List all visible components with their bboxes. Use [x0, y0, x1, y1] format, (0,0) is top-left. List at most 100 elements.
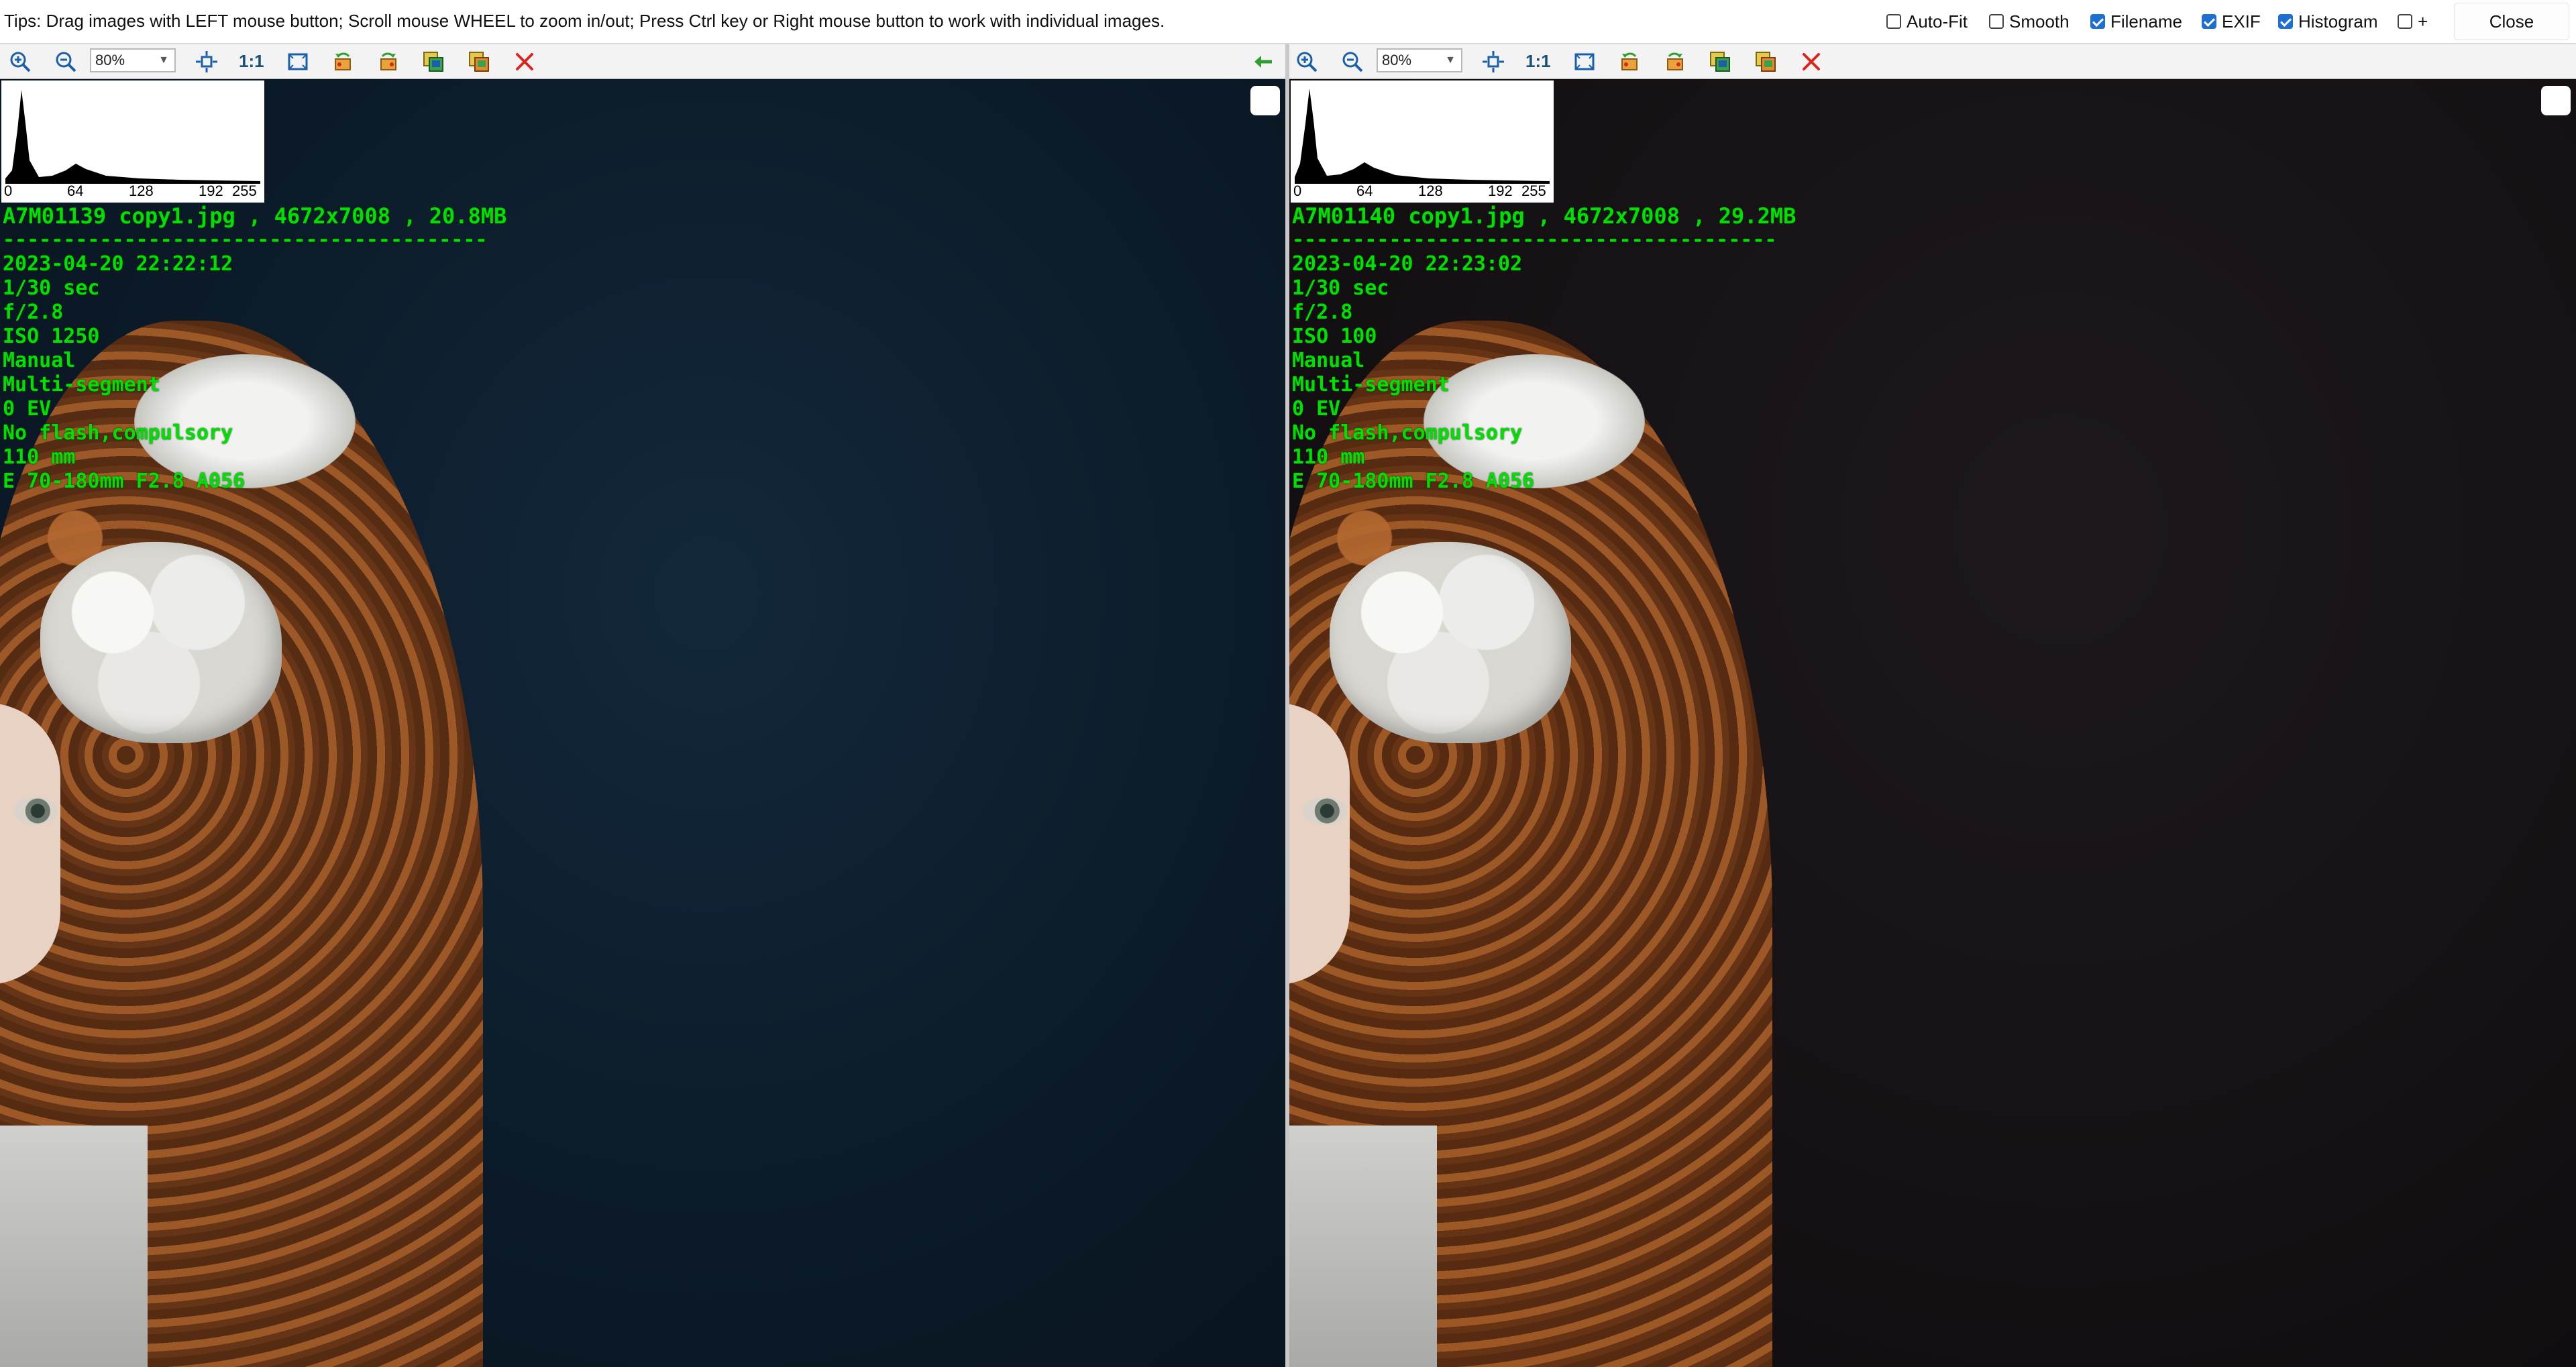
actual-size-button[interactable]: 1:1: [239, 51, 264, 72]
separator-line: ----------------------------------------: [1292, 228, 1777, 252]
histogram-tick: 0: [1293, 182, 1302, 199]
zoom-select[interactable]: 80% ▼: [1377, 48, 1462, 72]
sync-arrow-icon[interactable]: [1252, 50, 1276, 74]
aperture: f/2.8: [3, 300, 64, 324]
chevron-down-icon: ▼: [158, 54, 169, 66]
filename-checkbox[interactable]: Filename: [2090, 11, 2182, 32]
datetime: 2023-04-20 22:22:12: [3, 252, 233, 276]
histogram: 0 64 128 192 255: [1, 80, 264, 203]
left-image-pane[interactable]: 0 64 128 192 255 A7M01139 copy1.jpg , 46…: [0, 79, 1285, 1367]
auto-fit-label: Auto-Fit: [1907, 11, 1968, 32]
histogram-label: Histogram: [2298, 11, 2378, 32]
copy-icon[interactable]: [1708, 50, 1732, 74]
zoom-value: 80%: [95, 52, 125, 68]
zoom-value: 80%: [1382, 52, 1412, 68]
doll-flower-photo: [1330, 542, 1571, 743]
exposure-mode: Manual: [1292, 349, 1365, 372]
exposure-bias: 0 EV: [3, 397, 52, 421]
exif-overlay: A7M01140 copy1.jpg , 4672x7008 , 29.2MB …: [1292, 204, 1796, 494]
histogram-tick: 64: [67, 182, 84, 199]
metering-mode: Multi-segment: [1292, 373, 1450, 396]
right-image-pane[interactable]: 0 64 128 192 255 A7M01140 copy1.jpg , 46…: [1289, 79, 2576, 1367]
histogram-tick: 192: [199, 182, 223, 199]
histogram: 0 64 128 192 255: [1291, 80, 1554, 203]
pane-corner-toggle[interactable]: [2541, 86, 2571, 115]
flash-status: No flash,compulsory: [1292, 421, 1523, 445]
smooth-check-box[interactable]: [1989, 14, 2004, 29]
doll-eye-photo: [1303, 797, 1347, 825]
focal-length: 110 mm: [3, 445, 76, 469]
exif-overlay: A7M01139 copy1.jpg , 4672x7008 , 20.8MB …: [3, 204, 506, 494]
lens-model: E 70-180mm F2.8 A056: [1292, 470, 1535, 493]
exif-checkbox[interactable]: EXIF: [2202, 11, 2261, 32]
histogram-graph: [1295, 89, 1550, 184]
fit-window-icon[interactable]: [195, 50, 219, 74]
copy-icon[interactable]: [421, 50, 445, 74]
rotate-left-icon[interactable]: [1618, 50, 1642, 74]
histogram-tick: 255: [232, 182, 257, 199]
separator-line: ----------------------------------------: [3, 228, 488, 252]
filename-line: A7M01139 copy1.jpg , 4672x7008 , 20.8MB: [3, 203, 507, 229]
chevron-down-icon: ▼: [1445, 54, 1456, 66]
save-icon[interactable]: [467, 50, 491, 74]
histogram-tick: 192: [1488, 182, 1513, 199]
zoom-in-icon[interactable]: [8, 50, 32, 74]
filename-label: Filename: [2110, 11, 2182, 32]
close-x-icon[interactable]: [1799, 50, 1823, 74]
filename-line: A7M01140 copy1.jpg , 4672x7008 , 29.2MB: [1292, 203, 1796, 229]
doll-dress-photo: [1289, 1126, 1437, 1367]
doll-dress-photo: [0, 1126, 148, 1367]
close-x-icon[interactable]: [513, 50, 537, 74]
smooth-label: Smooth: [2009, 11, 2070, 32]
smooth-checkbox[interactable]: Smooth: [1989, 11, 2070, 32]
histogram-tick: 0: [4, 182, 13, 199]
focal-length: 110 mm: [1292, 445, 1365, 469]
left-toolbar: 80% ▼ 1:1: [0, 44, 1285, 79]
exposure-bias: 0 EV: [1292, 397, 1341, 421]
plus-label: +: [2418, 11, 2428, 32]
rotate-left-icon[interactable]: [331, 50, 356, 74]
datetime: 2023-04-20 22:23:02: [1292, 252, 1523, 276]
shutter-speed: 1/30 sec: [1292, 276, 1389, 300]
shutter-speed: 1/30 sec: [3, 276, 100, 300]
metering-mode: Multi-segment: [3, 373, 160, 396]
histogram-tick: 128: [1418, 182, 1443, 199]
histogram-graph: [5, 90, 260, 184]
doll-face-photo: [0, 703, 60, 985]
filename-check-box[interactable]: [2090, 14, 2105, 29]
full-size-icon[interactable]: [1572, 50, 1597, 74]
flash-status: No flash,compulsory: [3, 421, 233, 445]
save-icon[interactable]: [1754, 50, 1778, 74]
doll-eye-photo: [13, 797, 58, 825]
auto-fit-check-box[interactable]: [1886, 14, 1901, 29]
pane-corner-toggle[interactable]: [1250, 86, 1280, 115]
zoom-out-icon[interactable]: [1340, 50, 1364, 74]
actual-size-button[interactable]: 1:1: [1525, 51, 1551, 72]
doll-face-photo: [1289, 703, 1350, 985]
zoom-in-icon[interactable]: [1295, 50, 1319, 74]
exif-check-box[interactable]: [2202, 14, 2216, 29]
lens-model: E 70-180mm F2.8 A056: [3, 470, 246, 493]
zoom-out-icon[interactable]: [54, 50, 78, 74]
zoom-select[interactable]: 80% ▼: [90, 48, 176, 72]
doll-flower-photo: [40, 542, 282, 743]
histogram-checkbox[interactable]: Histogram: [2278, 11, 2377, 32]
rotate-right-icon[interactable]: [1662, 50, 1686, 74]
auto-fit-checkbox[interactable]: Auto-Fit: [1886, 11, 1968, 32]
rotate-right-icon[interactable]: [376, 50, 400, 74]
histogram-tick: 128: [129, 182, 154, 199]
iso: ISO 100: [1292, 325, 1377, 348]
histogram-tick: 64: [1356, 182, 1373, 199]
plus-check-box[interactable]: [2398, 14, 2412, 29]
exposure-mode: Manual: [3, 349, 76, 372]
full-size-icon[interactable]: [286, 50, 310, 74]
tips-text: Tips: Drag images with LEFT mouse button…: [4, 11, 1165, 31]
fit-window-icon[interactable]: [1481, 50, 1505, 74]
plus-checkbox[interactable]: +: [2398, 11, 2428, 32]
close-button[interactable]: Close: [2454, 3, 2569, 40]
histogram-tick: 255: [1521, 182, 1546, 199]
tips-bar: Tips: Drag images with LEFT mouse button…: [0, 0, 2576, 44]
right-toolbar: 80% ▼ 1:1: [1289, 44, 2576, 79]
exif-label: EXIF: [2222, 11, 2261, 32]
histogram-check-box[interactable]: [2278, 14, 2293, 29]
